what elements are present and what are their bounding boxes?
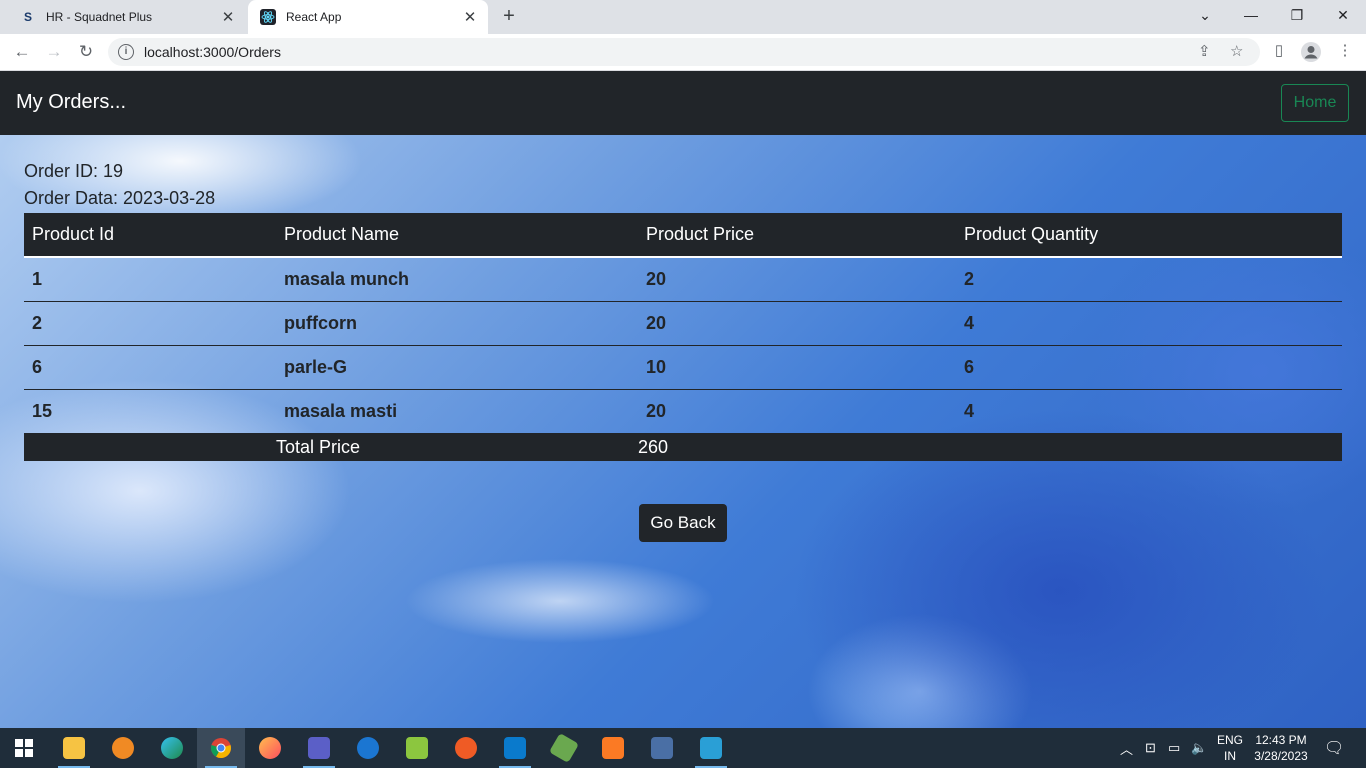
back-arrow-icon[interactable]: ←: [10, 40, 34, 64]
language-indicator[interactable]: ENG IN: [1214, 732, 1246, 764]
navbar-brand[interactable]: My Orders...: [16, 91, 126, 114]
minimize-icon[interactable]: —: [1228, 0, 1274, 30]
table-row: 2 puffcorn 20 4: [24, 301, 1342, 346]
network-tool-icon[interactable]: [638, 728, 686, 768]
cell-product-quantity: 2: [956, 257, 1342, 302]
chrome-menu-icon[interactable]: ⋮: [1334, 41, 1356, 63]
clock-time: 12:43 PM: [1255, 733, 1307, 747]
window-close-icon[interactable]: ✕: [1320, 0, 1366, 30]
cell-product-price: 20: [638, 257, 956, 302]
go-back-button[interactable]: Go Back: [639, 504, 727, 542]
nodejs-icon[interactable]: [540, 728, 588, 768]
react-icon: [260, 9, 276, 25]
order-items-table: Product Id Product Name Product Price Pr…: [24, 213, 1342, 461]
home-button[interactable]: Home: [1281, 84, 1349, 122]
header-product-price: Product Price: [638, 213, 956, 258]
network-icon[interactable]: ▭: [1168, 728, 1180, 768]
header-product-quantity: Product Quantity: [956, 213, 1342, 258]
page-content: My Orders... Home Order ID: 19 Order Dat…: [0, 71, 1366, 728]
total-spacer: [24, 433, 276, 461]
region-label: IN: [1224, 749, 1236, 763]
profile-avatar-icon[interactable]: [1300, 41, 1322, 63]
total-row: Total Price 260: [24, 433, 1342, 461]
order-id: Order ID: 19: [24, 161, 124, 181]
tab-title: React App: [286, 10, 342, 24]
tab-hr-squadnet[interactable]: S HR - Squadnet Plus ✕: [8, 0, 246, 34]
side-panel-icon[interactable]: ▯: [1268, 41, 1290, 63]
cell-product-name: parle-G: [276, 345, 638, 390]
lightning-app-icon[interactable]: [687, 728, 735, 768]
notepad-plus-icon[interactable]: [393, 728, 441, 768]
bookmark-star-icon[interactable]: ☆: [1230, 42, 1243, 60]
new-tab-icon[interactable]: +: [497, 5, 521, 29]
messaging-app-icon[interactable]: [344, 728, 392, 768]
edge-browser-icon[interactable]: [148, 728, 196, 768]
restore-icon[interactable]: ❐: [1274, 0, 1320, 30]
notification-center-icon[interactable]: 🗨: [1324, 728, 1344, 768]
table-row: 6 parle-G 10 6: [24, 345, 1342, 390]
browser-tab-strip: S HR - Squadnet Plus ✕ React App ✕ + ⌄ —…: [0, 0, 1366, 34]
table-row: 1 masala munch 20 2: [24, 257, 1342, 302]
meet-now-icon[interactable]: ⊡: [1145, 728, 1156, 768]
postman-icon[interactable]: [442, 728, 490, 768]
cell-product-id: 2: [24, 301, 276, 346]
cell-product-quantity: 4: [956, 301, 1342, 346]
tab-search-chevron-icon[interactable]: ⌄: [1182, 0, 1228, 30]
cell-product-id: 6: [24, 345, 276, 390]
tab-title: HR - Squadnet Plus: [46, 10, 153, 24]
cell-product-quantity: 4: [964, 400, 975, 421]
volume-icon[interactable]: 🔈: [1191, 728, 1207, 768]
close-tab-icon[interactable]: ✕: [458, 8, 482, 26]
teams-icon[interactable]: [295, 728, 343, 768]
cell-product-price: 20: [646, 400, 667, 421]
share-icon[interactable]: ⇪: [1198, 42, 1211, 60]
orange-app-icon[interactable]: [99, 728, 147, 768]
language-label: ENG: [1216, 733, 1243, 747]
header-product-name: Product Name: [276, 213, 638, 258]
windows-start-icon[interactable]: [0, 728, 48, 768]
cell-product-name: puffcorn: [276, 301, 638, 346]
tab-react-app[interactable]: React App ✕: [248, 0, 488, 34]
close-tab-icon[interactable]: ✕: [216, 8, 240, 26]
vscode-icon[interactable]: [491, 728, 539, 768]
cell-product-price: 10: [638, 345, 956, 390]
total-price-label: Total Price: [276, 433, 638, 461]
address-bar[interactable]: i localhost:3000/Orders ⇪ ☆: [108, 38, 1260, 66]
table-row: 15 masala masti 20 4: [24, 389, 1342, 433]
clock-date: 3/28/2023: [1254, 749, 1308, 763]
system-clock[interactable]: 12:43 PM 3/28/2023: [1248, 732, 1314, 764]
table-header-row: Product Id Product Name Product Price Pr…: [24, 213, 1342, 258]
xampp-icon[interactable]: [589, 728, 637, 768]
cell-product-name: masala munch: [276, 257, 638, 302]
show-hidden-icons-icon[interactable]: ︿: [1120, 728, 1133, 768]
total-price-value: 260: [638, 433, 956, 461]
cell-product-quantity: 6: [956, 345, 1342, 390]
site-info-icon[interactable]: i: [118, 44, 134, 60]
cell-product-id: 1: [24, 257, 276, 302]
app-navbar: My Orders... Home: [0, 71, 1366, 135]
firefox-browser-icon[interactable]: [246, 728, 294, 768]
url-text: localhost:3000/Orders: [144, 44, 281, 60]
squadnet-favicon-icon: S: [23, 10, 32, 24]
cell-product-price: 20: [638, 301, 956, 346]
total-spacer: [956, 433, 1342, 461]
cell-product-id: 15: [32, 400, 53, 421]
file-explorer-icon[interactable]: [50, 728, 98, 768]
reload-icon[interactable]: ↻: [74, 40, 98, 64]
order-date: Order Data: 2023-03-28: [24, 188, 216, 208]
windows-taskbar: ︿ ⊡ ▭ 🔈 ENG IN 12:43 PM 3/28/2023 🗨: [0, 728, 1366, 768]
cell-product-name: masala masti: [284, 400, 398, 421]
browser-toolbar: ← → ↻ i localhost:3000/Orders ⇪ ☆ ▯ ⋮: [0, 34, 1366, 71]
forward-arrow-icon[interactable]: →: [42, 40, 66, 64]
header-product-id: Product Id: [24, 213, 276, 258]
chrome-browser-icon[interactable]: [197, 728, 245, 768]
